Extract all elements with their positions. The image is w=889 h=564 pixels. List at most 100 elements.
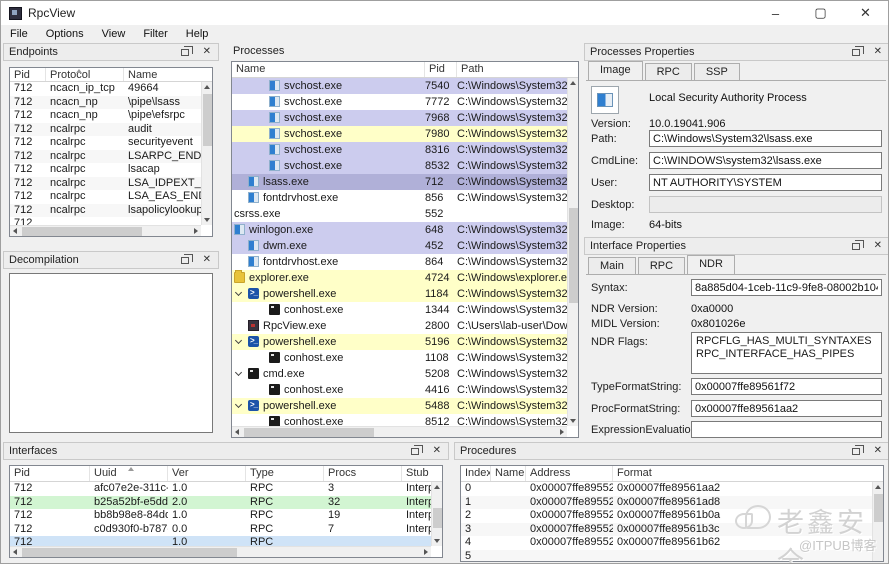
type-format-input[interactable] <box>691 378 882 395</box>
endpoint-row[interactable]: 712 <box>10 217 201 225</box>
tab-main[interactable]: Main <box>588 257 636 274</box>
process-row[interactable]: svchost.exe8532C:\Windows\System32\ <box>232 158 567 174</box>
process-row[interactable]: dwm.exe452C:\Windows\System32\ <box>232 238 567 254</box>
process-row[interactable]: svchost.exe7540C:\Windows\System32\ <box>232 78 567 94</box>
procedures-vertical-scrollbar[interactable] <box>872 482 883 561</box>
process-row[interactable]: winlogon.exe648C:\Windows\System32\ <box>232 222 567 238</box>
menu-item-view[interactable]: View <box>93 26 135 42</box>
scroll-right-icon[interactable] <box>424 549 428 555</box>
expression-evaluation-input[interactable] <box>691 421 882 438</box>
scrollbar-thumb[interactable] <box>22 227 142 236</box>
processes-horizontal-scrollbar[interactable] <box>232 426 567 437</box>
user-input[interactable] <box>649 174 882 191</box>
process-row[interactable]: powershell.exe5488C:\Windows\System32\ <box>232 398 567 414</box>
minimize-button[interactable]: – <box>753 1 798 25</box>
interfaces-column-ver[interactable]: Ver <box>168 466 246 481</box>
procedures-float-icon[interactable] <box>852 448 860 455</box>
interface-row[interactable]: 712bb8b98e8-84dd...1.0RPC19Interp <box>10 509 431 523</box>
tab-ssp[interactable]: SSP <box>694 63 740 80</box>
process-row[interactable]: svchost.exe7772C:\Windows\System32\ <box>232 94 567 110</box>
process-row[interactable]: conhost.exe1108C:\Windows\System32\ <box>232 350 567 366</box>
endpoints-column-protocol[interactable]: Protocol <box>46 68 124 81</box>
endpoint-row[interactable]: 712ncacn_ip_tcp49664 <box>10 82 201 96</box>
endpoints-float-icon[interactable] <box>181 49 189 56</box>
procedure-row[interactable]: 10x00007ffe89552e600x00007ffe89561ad8 <box>461 496 872 510</box>
scroll-right-icon[interactable] <box>560 429 564 435</box>
interfaces-column-type[interactable]: Type <box>246 466 324 481</box>
path-input[interactable] <box>649 130 882 147</box>
procedure-row[interactable]: 20x00007ffe89552ea00x00007ffe89561b0a <box>461 509 872 523</box>
decompilation-close-icon[interactable]: ✕ <box>201 254 213 266</box>
scrollbar-thumb[interactable] <box>203 94 212 146</box>
process-row[interactable]: powershell.exe5196C:\Windows\System32\ <box>232 334 567 350</box>
scrollbar-thumb[interactable] <box>22 548 237 557</box>
procedures-close-icon[interactable]: ✕ <box>872 445 884 457</box>
procedures-column-format[interactable]: Format <box>613 466 873 481</box>
process-row[interactable]: svchost.exe7980C:\Windows\System32\ <box>232 126 567 142</box>
process-row[interactable]: svchost.exe8316C:\Windows\System32\ <box>232 142 567 158</box>
interface-properties-close-icon[interactable]: ✕ <box>872 240 884 252</box>
interface-row[interactable]: 712afc07e2e-311c-...1.0RPC3Interp <box>10 482 431 496</box>
endpoint-row[interactable]: 712ncalrpcLSARPC_ENDPOINT <box>10 150 201 164</box>
menu-item-help[interactable]: Help <box>177 26 218 42</box>
process-row[interactable]: fontdrvhost.exe856C:\Windows\System32\ <box>232 190 567 206</box>
tab-ndr[interactable]: NDR <box>687 255 735 274</box>
process-row[interactable]: explorer.exe4724C:\Windows\explorer.ex <box>232 270 567 286</box>
expand-chevron-icon[interactable] <box>235 289 242 296</box>
endpoints-column-name[interactable]: Name <box>124 68 213 81</box>
scroll-up-icon[interactable] <box>570 81 576 85</box>
endpoint-row[interactable]: 712ncalrpcLSA_IDPEXT_ENDPOINT <box>10 177 201 191</box>
scroll-down-icon[interactable] <box>570 419 576 423</box>
menu-item-filter[interactable]: Filter <box>134 26 176 42</box>
endpoints-close-icon[interactable]: ✕ <box>201 46 213 58</box>
menu-item-options[interactable]: Options <box>37 26 93 42</box>
tab-rpc[interactable]: RPC <box>638 257 685 274</box>
process-row[interactable]: cmd.exe5208C:\Windows\System32\ <box>232 366 567 382</box>
endpoint-row[interactable]: 712ncalrpcLSA_EAS_ENDPOINT <box>10 190 201 204</box>
process-row[interactable]: conhost.exe1344C:\Windows\System32\ <box>232 302 567 318</box>
decompilation-float-icon[interactable] <box>181 257 189 264</box>
procedure-row[interactable]: 5 <box>461 550 872 562</box>
interface-row[interactable]: 712c0d930f0-b787-...0.0RPC7Interp <box>10 523 431 537</box>
process-row[interactable]: RpcView.exe2800C:\Users\lab-user\Down <box>232 318 567 334</box>
procedures-column-name[interactable]: Name <box>491 466 526 481</box>
interfaces-column-stub[interactable]: Stub <box>402 466 443 481</box>
desktop-input[interactable] <box>649 196 882 213</box>
procedure-row[interactable]: 30x00007ffe89552e200x00007ffe89561b3c <box>461 523 872 537</box>
processes-column-name[interactable]: Name <box>232 62 425 77</box>
process-row[interactable]: conhost.exe8512C:\Windows\System32\ <box>232 414 567 426</box>
cmdline-input[interactable] <box>649 152 882 169</box>
process-properties-float-icon[interactable] <box>852 49 860 56</box>
tab-image[interactable]: Image <box>588 61 643 80</box>
process-row[interactable]: conhost.exe4416C:\Windows\System32\ <box>232 382 567 398</box>
endpoint-row[interactable]: 712ncacn_np\pipe\lsass <box>10 96 201 110</box>
maximize-button[interactable]: ▢ <box>798 1 843 25</box>
menu-item-file[interactable]: File <box>1 26 37 42</box>
scrollbar-thumb[interactable] <box>874 494 883 522</box>
interfaces-close-icon[interactable]: ✕ <box>431 445 443 457</box>
scroll-down-icon[interactable] <box>204 218 210 222</box>
process-properties-close-icon[interactable]: ✕ <box>872 46 884 58</box>
scrollbar-thumb[interactable] <box>244 428 374 437</box>
interfaces-horizontal-scrollbar[interactable] <box>10 546 431 557</box>
scroll-up-icon[interactable] <box>875 485 881 489</box>
expand-chevron-icon[interactable] <box>235 337 242 344</box>
processes-vertical-scrollbar[interactable] <box>567 78 578 426</box>
process-row[interactable]: powershell.exe1184C:\Windows\System32\ <box>232 286 567 302</box>
process-row[interactable]: csrss.exe552 <box>232 206 567 222</box>
procedures-column-address[interactable]: Address <box>526 466 613 481</box>
procedure-row[interactable]: 00x00007ffe89552cd00x00007ffe89561aa2 <box>461 482 872 496</box>
process-row[interactable]: lsass.exe712C:\Windows\System32\ <box>232 174 567 190</box>
expand-chevron-icon[interactable] <box>235 369 242 376</box>
expand-chevron-icon[interactable] <box>235 401 242 408</box>
ndr-flags-box[interactable]: RPCFLG_HAS_MULTI_SYNTAXES RPC_INTERFACE_… <box>691 332 882 374</box>
endpoint-row[interactable]: 712ncalrpcaudit <box>10 123 201 137</box>
scroll-left-icon[interactable] <box>13 228 17 234</box>
processes-column-pid[interactable]: Pid <box>425 62 457 77</box>
interface-properties-float-icon[interactable] <box>852 243 860 250</box>
interfaces-float-icon[interactable] <box>411 448 419 455</box>
endpoints-vertical-scrollbar[interactable] <box>201 82 212 225</box>
tab-rpc[interactable]: RPC <box>645 63 692 80</box>
scroll-right-icon[interactable] <box>194 228 198 234</box>
endpoints-column-pid[interactable]: Pid <box>10 68 46 81</box>
